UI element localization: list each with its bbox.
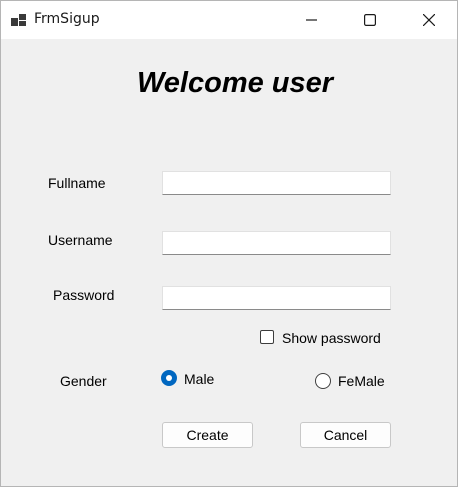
password-label: Password xyxy=(53,287,115,303)
show-password-label[interactable]: Show password xyxy=(282,330,381,346)
close-button[interactable] xyxy=(406,1,452,39)
app-icon xyxy=(11,14,26,26)
show-password-checkbox[interactable] xyxy=(260,330,274,344)
fullname-label: Fullname xyxy=(48,175,106,191)
maximize-button[interactable] xyxy=(347,1,393,39)
window-title: FrmSigup xyxy=(34,11,100,27)
username-input[interactable] xyxy=(162,231,391,255)
minimize-icon xyxy=(306,19,317,21)
female-radio[interactable] xyxy=(315,373,331,389)
username-label: Username xyxy=(48,232,113,248)
close-icon xyxy=(423,14,435,26)
title-bar[interactable]: FrmSigup xyxy=(1,1,457,39)
male-radio-label[interactable]: Male xyxy=(184,371,214,387)
minimize-button[interactable] xyxy=(289,1,335,39)
male-radio[interactable] xyxy=(161,370,177,386)
password-input[interactable] xyxy=(162,286,391,310)
app-window: FrmSigup Welcome user Fullname Username … xyxy=(0,0,458,487)
cancel-button[interactable]: Cancel xyxy=(300,422,391,448)
create-button[interactable]: Create xyxy=(162,422,253,448)
fullname-input[interactable] xyxy=(162,171,391,195)
welcome-heading: Welcome user xyxy=(136,67,334,99)
female-radio-label[interactable]: FeMale xyxy=(338,373,385,389)
gender-label: Gender xyxy=(60,373,107,389)
maximize-icon xyxy=(364,14,376,26)
